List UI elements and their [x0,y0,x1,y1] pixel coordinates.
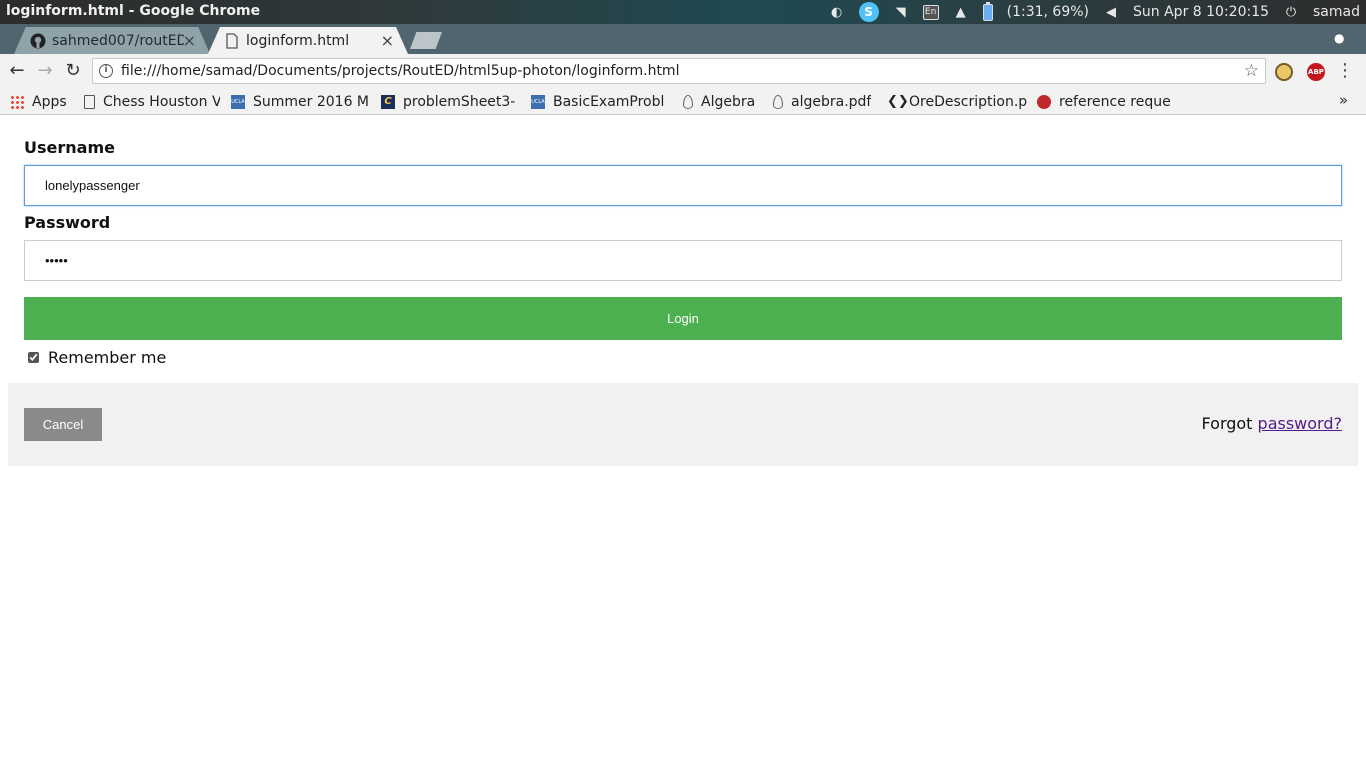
ore-icon: ❮❯ [887,94,909,109]
window-title: loginform.html - Google Chrome [6,3,261,19]
form-footer: Cancel Forgot password? [8,383,1358,466]
password-label: Password [24,213,111,232]
remember-label: Remember me [48,348,167,367]
username-label: Username [24,138,115,157]
close-tab-icon[interactable]: × [381,31,394,50]
volume-icon[interactable]: ◀ [1103,4,1119,20]
bookmarks-bar: Apps Chess Houston V UCLA Summer 2016 Ma… [0,88,1366,115]
session-user[interactable]: samad [1313,4,1360,20]
tab-strip: sahmed007/routED × loginform.html × ● [0,24,1366,54]
forgot-password-link[interactable]: password? [1258,414,1342,433]
remember-me[interactable]: Remember me [28,348,166,367]
info-icon[interactable]: i [99,64,113,78]
bookmark-chess-houston[interactable]: Chess Houston V [84,92,220,112]
chevron-more-icon[interactable]: » [1339,91,1348,109]
bookmark-oredescription[interactable]: ❮❯ OreDescription.p [887,92,1027,112]
leaf-icon [773,95,783,109]
keyboard-language-icon[interactable]: En [922,4,939,20]
forgot-password: Forgot password? [1202,414,1342,433]
tab-label: sahmed007/routED [52,32,184,49]
bookmark-star-icon[interactable]: ☆ [1244,61,1259,81]
leaf-icon [683,95,693,109]
password-input[interactable] [24,240,1342,281]
back-icon[interactable]: ← [6,60,28,82]
bookmark-reference-request[interactable]: reference reque [1037,92,1175,112]
forward-icon[interactable]: → [34,60,56,82]
ucla-icon: UCLA [531,95,545,109]
cal-icon: C [381,95,395,109]
url-input[interactable] [121,63,1221,79]
address-bar[interactable]: i ☆ [92,58,1266,84]
notification-bell-icon[interactable]: ▲ [953,4,969,20]
bookmark-algebra-pdf[interactable]: algebra.pdf [773,92,879,112]
battery-icon[interactable] [982,1,993,21]
browser-toolbar: ← → ↻ i ☆ ABP ⋮ [0,54,1366,88]
bookmark-algebra[interactable]: Algebra [683,92,763,112]
tab-github[interactable]: sahmed007/routED × [14,27,210,54]
wifi-icon[interactable]: ◥ [893,4,909,20]
page-content: Username Password Login Remember me Canc… [0,116,1366,768]
apps-grid-icon [10,95,24,109]
username-input[interactable] [24,165,1342,206]
bookmark-apps[interactable]: Apps [10,92,72,112]
gear-red-icon [1037,95,1051,109]
battery-status[interactable]: (1:31, 69%) [1007,4,1089,20]
ucla-icon: UCLA [231,95,245,109]
forgot-prefix: Forgot [1201,414,1253,433]
tab-label: loginform.html [246,32,350,49]
weather-icon[interactable]: ◐ [829,4,845,20]
page-icon [226,33,238,49]
cancel-button[interactable]: Cancel [24,408,102,441]
login-button[interactable]: Login [24,297,1342,340]
profile-icon[interactable]: ● [1334,31,1350,47]
tab-loginform[interactable]: loginform.html × [208,27,408,54]
reload-icon[interactable]: ↻ [62,60,84,82]
chrome-menu-icon[interactable]: ⋮ [1336,60,1354,81]
page-icon [84,95,95,109]
os-top-bar: loginform.html - Google Chrome ◐ S ◥ En … [0,0,1366,24]
adblock-plus-icon[interactable]: ABP [1307,63,1325,81]
skype-icon[interactable]: S [858,2,879,22]
bookmark-problemsheet3[interactable]: C problemSheet3- [381,92,519,112]
bookmark-summer-2016[interactable]: UCLA Summer 2016 Ma [231,92,369,112]
bookmark-basicexamprobl[interactable]: UCLA BasicExamProbl [531,92,669,112]
close-tab-icon[interactable]: × [183,31,196,50]
new-tab-button[interactable] [410,32,442,49]
system-tray: ◐ S ◥ En ▲ (1:31, 69%) ◀ Sun Apr 8 10:20… [829,0,1360,24]
owl-extension-icon[interactable] [1275,63,1293,81]
clock[interactable]: Sun Apr 8 10:20:15 [1133,4,1269,20]
power-icon[interactable]: ⏻ [1283,4,1299,20]
github-icon [30,33,46,49]
remember-checkbox[interactable] [28,352,39,363]
